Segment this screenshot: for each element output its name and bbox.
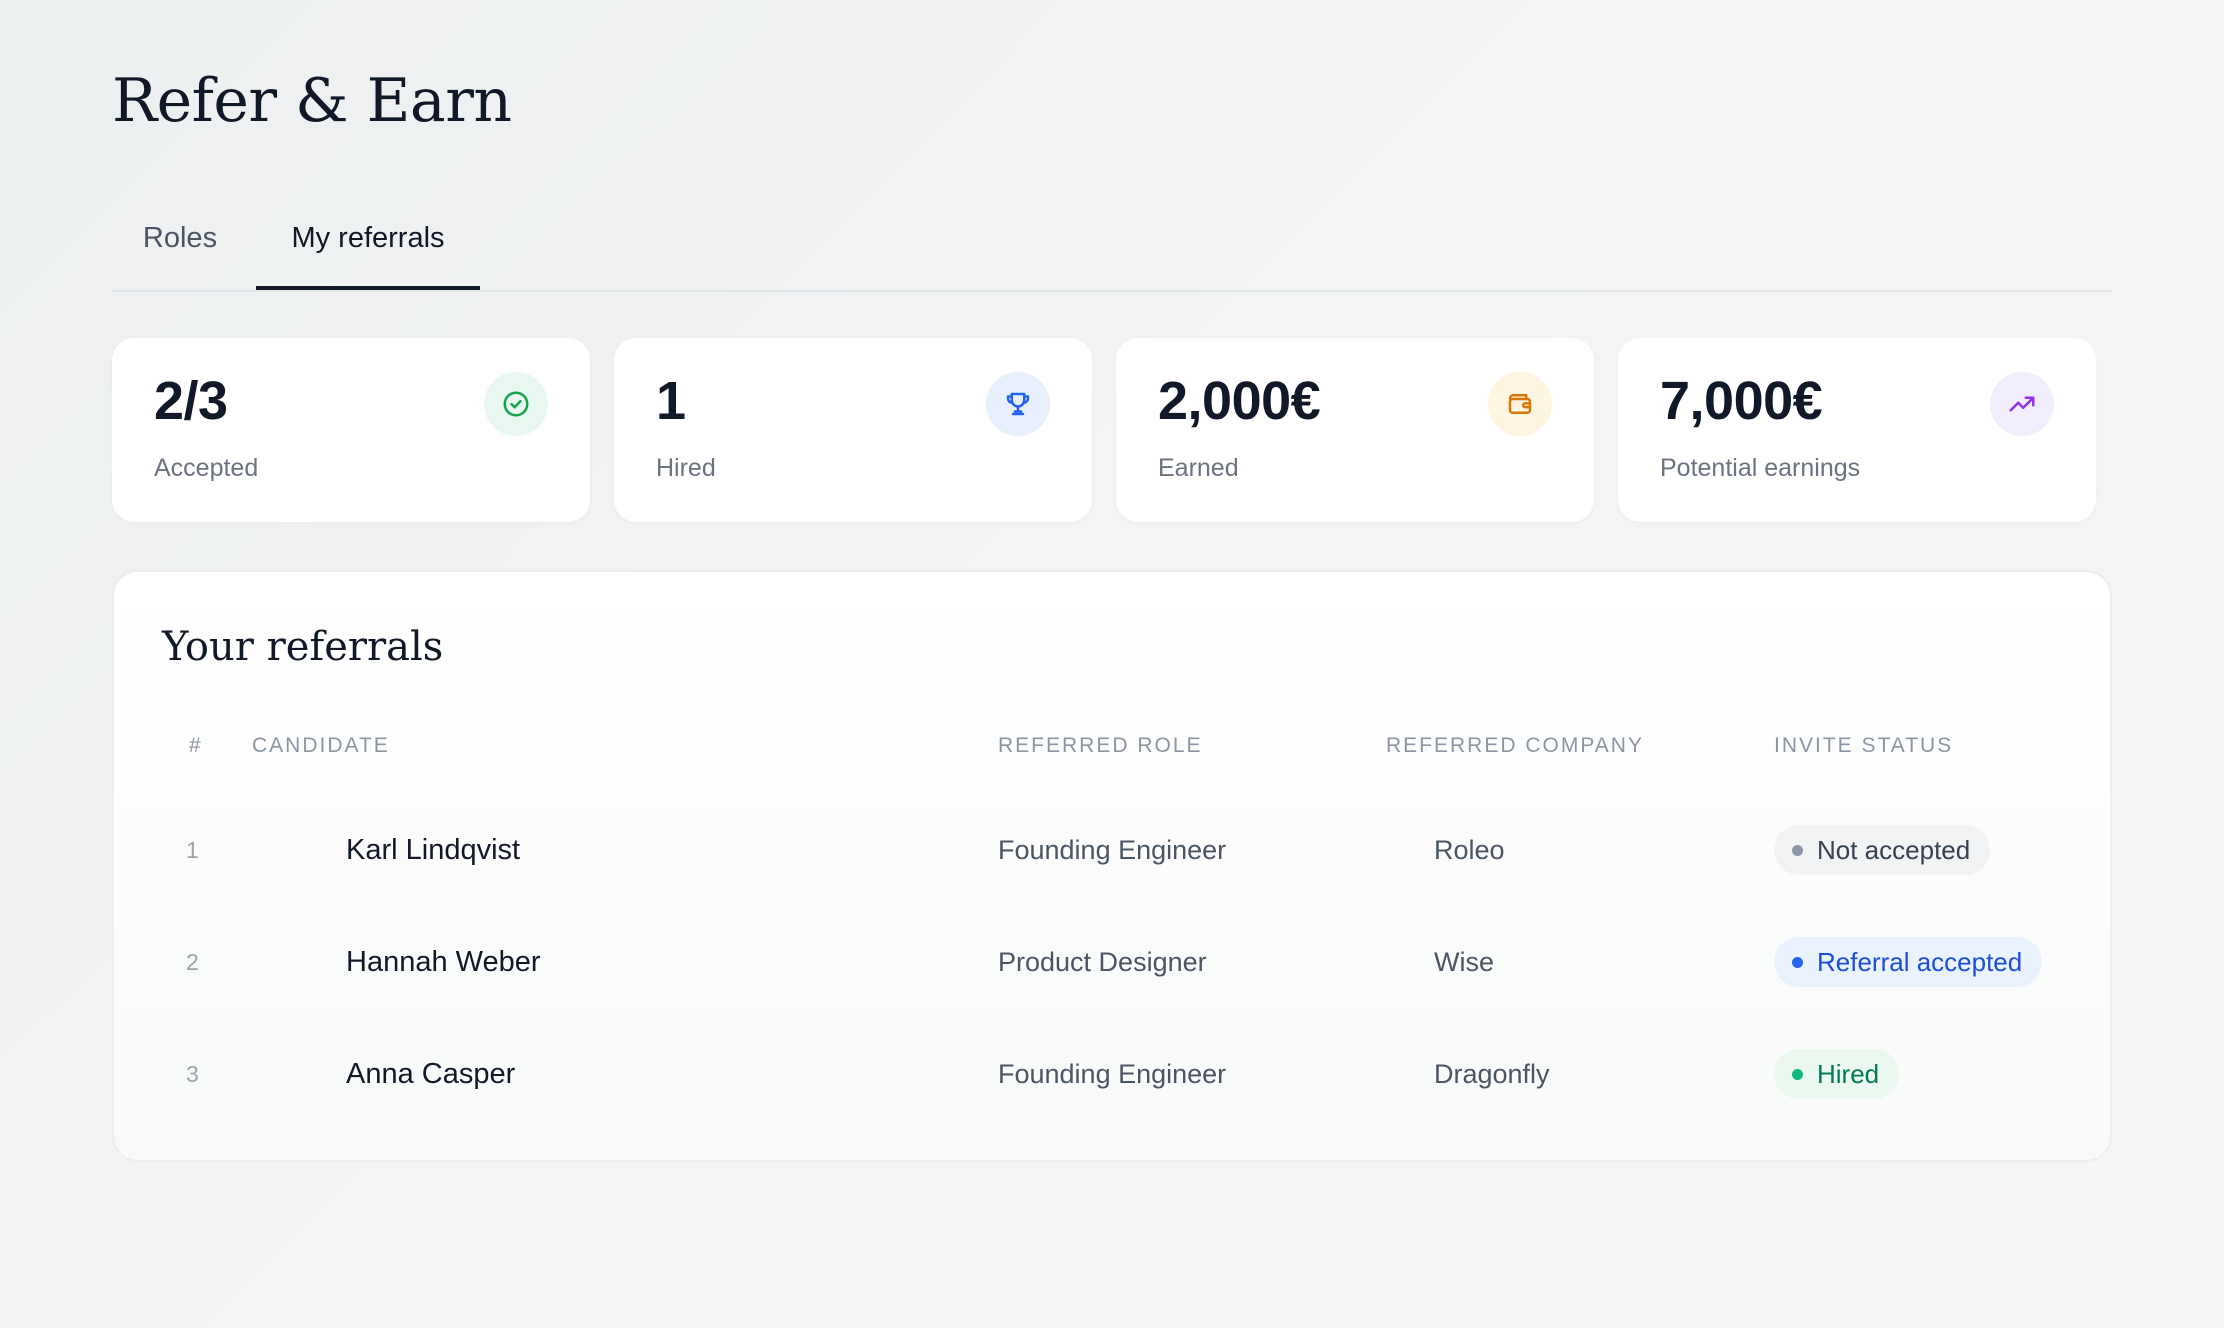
tab-roles[interactable]: Roles: [112, 200, 248, 290]
table-row[interactable]: 3 Anna Casper Founding Engineer Dragonfl…: [114, 1034, 2114, 1114]
status-dot: [1792, 844, 1803, 856]
stat-label: Accepted: [154, 454, 259, 482]
column-header-candidate: CANDIDATE: [252, 734, 390, 757]
stat-card-earned: 2,000€ Earned: [1116, 338, 1594, 522]
status-badge: Not accepted: [1774, 825, 1991, 875]
stat-card-potential: 7,000€ Potential earnings: [1618, 338, 2096, 522]
referred-company: Wise: [1434, 946, 1494, 977]
trophy-icon: [986, 372, 1050, 436]
row-number: 3: [186, 1060, 199, 1087]
candidate-name: Anna Casper: [346, 1057, 516, 1090]
stat-card-accepted: 2/3 Accepted: [112, 338, 590, 522]
tab-bar: Roles My referrals: [112, 200, 2112, 292]
referred-company: Dragonfly: [1434, 1058, 1550, 1089]
column-header-company: REFERRED COMPANY: [1386, 734, 1644, 757]
status-label: Not accepted: [1817, 834, 1971, 865]
referred-role: Founding Engineer: [998, 1058, 1227, 1089]
trending-up-icon: [1990, 372, 2054, 436]
stat-label: Earned: [1158, 454, 1239, 482]
invite-status: Not accepted: [1774, 810, 1991, 890]
check-circle-icon: [484, 372, 548, 436]
referrals-panel: Your referrals # CANDIDATE REFERRED ROLE…: [112, 570, 2112, 1162]
status-label: Hired: [1817, 1058, 1880, 1089]
status-dot: [1792, 1068, 1803, 1080]
stat-value: 2,000€: [1158, 371, 1321, 431]
stats-row: 2/3 Accepted 1 Hired 2,000€ Earned 7,000…: [112, 338, 2112, 522]
referred-role: Founding Engineer: [998, 834, 1227, 865]
candidate-name: Hannah Weber: [346, 945, 541, 978]
status-badge: Hired: [1774, 1049, 1900, 1099]
candidate-name: Karl Lindqvist: [346, 833, 521, 866]
invite-status: Hired: [1774, 1034, 1900, 1114]
column-header-num: #: [189, 734, 203, 757]
stat-label: Hired: [656, 454, 716, 482]
status-label: Referral accepted: [1817, 946, 2023, 977]
row-number: 2: [186, 948, 199, 975]
table-row[interactable]: 1 Karl Lindqvist Founding Engineer Roleo…: [114, 810, 2114, 890]
stat-value: 2/3: [154, 371, 228, 431]
stat-label: Potential earnings: [1660, 454, 1861, 482]
stat-card-hired: 1 Hired: [614, 338, 1092, 522]
referred-company: Roleo: [1434, 834, 1505, 865]
stat-value: 1: [656, 371, 686, 431]
wallet-icon: [1488, 372, 1552, 436]
page-title: Refer & Earn: [112, 66, 512, 136]
table-row[interactable]: 2 Hannah Weber Product Designer Wise Ref…: [114, 922, 2114, 1002]
row-number: 1: [186, 836, 199, 863]
referred-role: Product Designer: [998, 946, 1207, 977]
column-header-role: REFERRED ROLE: [998, 734, 1203, 757]
panel-title: Your referrals: [162, 624, 444, 670]
tab-my-referrals[interactable]: My referrals: [256, 200, 480, 290]
status-badge: Referral accepted: [1774, 937, 2043, 987]
stat-value: 7,000€: [1660, 371, 1823, 431]
status-dot: [1792, 956, 1803, 968]
column-header-status: INVITE STATUS: [1774, 734, 1954, 757]
invite-status: Referral accepted: [1774, 922, 2043, 1002]
